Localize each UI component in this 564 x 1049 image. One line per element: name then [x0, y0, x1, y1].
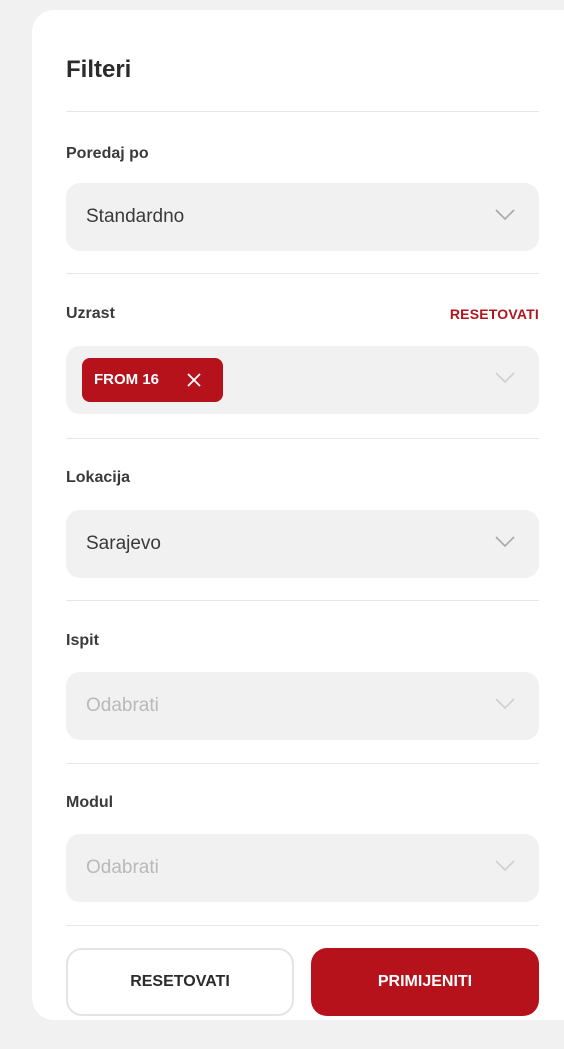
sort-label: Poredaj po [66, 145, 149, 162]
filters-panel: Filteri Poredaj po Standardno Uzrast RES… [32, 10, 564, 1020]
module-select[interactable]: Odabrati [66, 834, 539, 902]
exam-select[interactable]: Odabrati [66, 672, 539, 740]
divider [66, 600, 539, 601]
divider [66, 438, 539, 439]
age-chip-label: FROM 16 [94, 371, 160, 388]
divider [66, 925, 539, 926]
divider [66, 273, 539, 274]
apply-button[interactable]: PRIMIJENITI [311, 948, 539, 1016]
chevron-down-icon [495, 209, 515, 221]
age-label: Uzrast [66, 305, 115, 322]
location-select-value: Sarajevo [86, 533, 161, 554]
age-reset-link[interactable]: RESETOVATI [450, 306, 539, 322]
location-label: Lokacija [66, 469, 131, 486]
module-label: Modul [66, 794, 114, 811]
divider [66, 111, 539, 112]
chevron-down-icon [495, 698, 515, 710]
age-select[interactable]: FROM 16 [66, 346, 539, 414]
chevron-down-icon [495, 372, 515, 384]
location-select[interactable]: Sarajevo [66, 510, 539, 578]
divider [66, 763, 539, 764]
exam-label: Ispit [66, 632, 99, 649]
close-icon[interactable] [186, 372, 202, 388]
age-filter-chip[interactable]: FROM 16 [82, 358, 223, 402]
chevron-down-icon [495, 860, 515, 872]
module-select-placeholder: Odabrati [86, 857, 159, 878]
sort-select-value: Standardno [86, 206, 185, 227]
reset-button[interactable]: RESETOVATI [66, 948, 294, 1016]
panel-title: Filteri [66, 56, 132, 83]
chevron-down-icon [495, 536, 515, 548]
exam-select-placeholder: Odabrati [86, 695, 159, 716]
sort-select[interactable]: Standardno [66, 183, 539, 251]
